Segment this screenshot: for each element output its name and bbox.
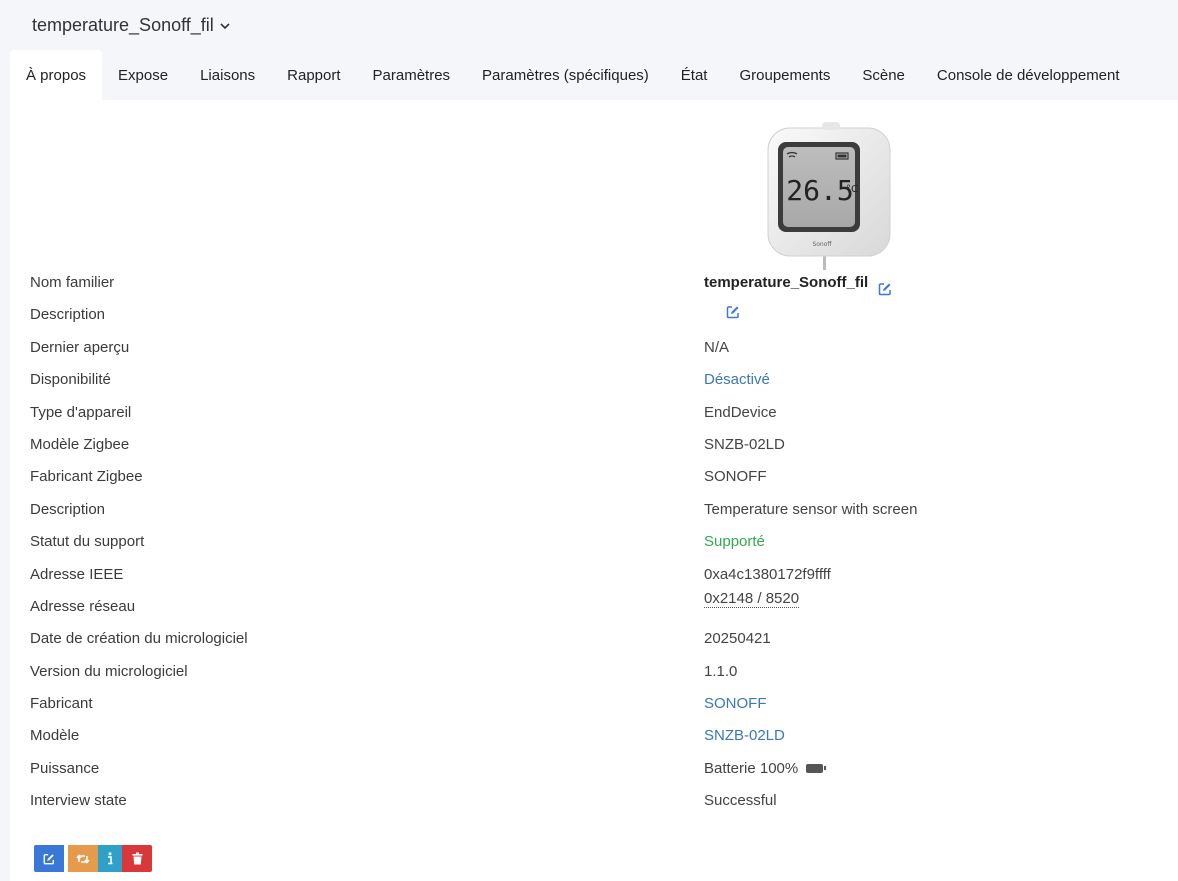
detail-value: Successful [704, 792, 777, 810]
tab-settings-specific[interactable]: Paramètres (spécifiques) [466, 50, 665, 100]
detail-label: Type d'appareil [30, 403, 132, 421]
detail-label: Modèle [30, 727, 80, 745]
power-value: Batterie 100% [704, 759, 799, 777]
detail-value: 0x2148 / 8520 [704, 590, 800, 608]
detail-label: Fabricant Zigbee [30, 468, 143, 486]
detail-row-description: Description Temperature sensor with scre… [10, 494, 1178, 526]
detail-label: Interview state [30, 792, 127, 810]
interview-button[interactable] [98, 845, 122, 872]
model-link[interactable]: SNZB-02LD [704, 720, 785, 752]
detail-value: 1.1.0 [704, 662, 738, 680]
trash-icon [132, 852, 143, 865]
detail-value: Temperature sensor with screen [704, 500, 918, 518]
detail-label: Puissance [30, 759, 100, 777]
detail-row-firmware-version: Version du micrologiciel 1.1.0 [10, 656, 1178, 688]
detail-label: Adresse IEEE [30, 565, 124, 583]
detail-label: Disponibilité [30, 371, 111, 389]
detail-row-interview-state: Interview state Successful [10, 785, 1178, 817]
detail-value: 0xa4c1380172f9ffff [704, 565, 831, 583]
about-panel: 26.5 °C Sonoff Nom familier temperature_… [10, 100, 1178, 881]
tab-bar: À propos Expose Liaisons Rapport Paramèt… [10, 50, 1178, 100]
tab-expose[interactable]: Expose [102, 50, 184, 100]
detail-row-firmware-date: Date de création du micrologiciel 202504… [10, 623, 1178, 655]
detail-label: Dernier aperçu [30, 338, 130, 356]
support-status-value: Supporté [704, 533, 765, 551]
detail-row-model: Modèle SNZB-02LD [10, 720, 1178, 752]
detail-row-manufacturer: Fabricant SONOFF [10, 688, 1178, 720]
detail-row-network-address: Adresse réseau 0x2148 / 8520 [10, 590, 1178, 623]
detail-label: Fabricant [30, 695, 93, 713]
manufacturer-link[interactable]: SONOFF [704, 688, 767, 720]
chevron-down-icon [220, 19, 230, 33]
detail-label: Version du micrologiciel [30, 662, 188, 680]
tab-groups[interactable]: Groupements [723, 50, 846, 100]
device-actions [34, 845, 152, 872]
device-image: 26.5 °C Sonoff [762, 120, 898, 270]
edit-icon[interactable] [726, 299, 740, 319]
network-address-value[interactable]: 0x2148 / 8520 [704, 590, 800, 608]
detail-row-availability: Disponibilité Désactivé [10, 364, 1178, 396]
reconfigure-button[interactable] [68, 845, 98, 872]
detail-row-description-user: Description [10, 299, 1178, 331]
detail-label: Adresse réseau [30, 597, 136, 615]
device-brand-mark: Sonoff [812, 241, 832, 248]
friendly-name-value: temperature_Sonoff_fil [704, 274, 869, 291]
detail-row-zigbee-model: Modèle Zigbee SNZB-02LD [10, 429, 1178, 461]
tab-reporting[interactable]: Rapport [271, 50, 356, 100]
info-icon [107, 852, 113, 865]
detail-value: 20250421 [704, 630, 771, 648]
detail-row-power: Puissance Batterie 100% [10, 753, 1178, 785]
battery-icon [806, 764, 827, 774]
detail-row-zigbee-manufacturer: Fabricant Zigbee SONOFF [10, 461, 1178, 493]
detail-row-device-type: Type d'appareil EndDevice [10, 397, 1178, 429]
device-display-unit: °C [846, 184, 858, 195]
detail-row-ieee-address: Adresse IEEE 0xa4c1380172f9ffff [10, 559, 1178, 591]
availability-link[interactable]: Désactivé [704, 364, 770, 396]
detail-value: EndDevice [704, 403, 777, 421]
tab-bindings[interactable]: Liaisons [184, 50, 271, 100]
tab-about[interactable]: À propos [10, 50, 103, 100]
detail-value: Batterie 100% [704, 753, 827, 785]
device-display-value: 26.5 [786, 174, 853, 207]
detail-value: SONOFF [704, 468, 767, 486]
detail-value: temperature_Sonoff_fil [704, 267, 892, 299]
detail-label: Date de création du micrologiciel [30, 630, 248, 648]
tab-scene[interactable]: Scène [846, 50, 921, 100]
detail-label: Nom familier [30, 274, 115, 291]
edit-icon [43, 853, 55, 865]
detail-row-support-status: Statut du support Supporté [10, 526, 1178, 558]
detail-value [704, 299, 740, 319]
top-bar: temperature_Sonoff_fil [0, 0, 1178, 50]
detail-row-friendly-name: Nom familier temperature_Sonoff_fil [10, 267, 1178, 299]
device-details: Nom familier temperature_Sonoff_fil Desc… [10, 267, 1178, 818]
retweet-icon [76, 853, 90, 865]
detail-label: Statut du support [30, 533, 145, 551]
detail-value: SNZB-02LD [704, 435, 785, 453]
edit-icon[interactable] [878, 276, 892, 296]
tab-dev-console[interactable]: Console de développement [921, 50, 1136, 100]
delete-button[interactable] [122, 845, 152, 872]
detail-value: N/A [704, 338, 730, 356]
rename-button[interactable] [34, 845, 64, 872]
device-selector[interactable]: temperature_Sonoff_fil [32, 15, 230, 36]
detail-label: Description [30, 306, 106, 324]
tab-state[interactable]: État [665, 50, 724, 100]
detail-label: Modèle Zigbee [30, 435, 130, 453]
tab-settings[interactable]: Paramètres [357, 50, 467, 100]
device-selector-label: temperature_Sonoff_fil [32, 14, 214, 35]
detail-label: Description [30, 500, 106, 518]
detail-row-last-seen: Dernier aperçu N/A [10, 332, 1178, 364]
